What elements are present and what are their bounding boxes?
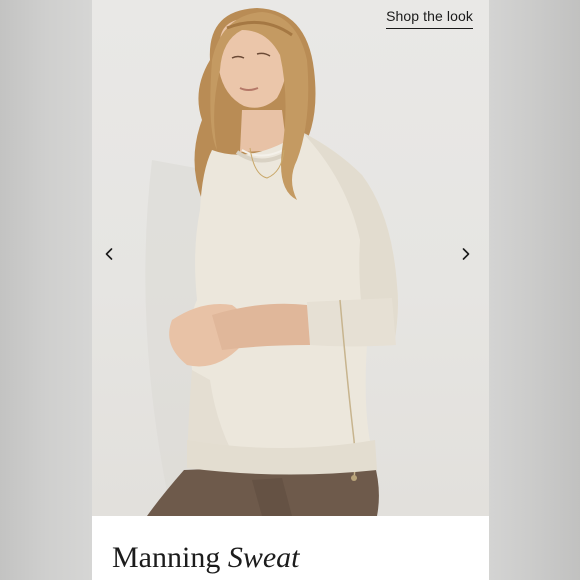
shop-the-look-link[interactable]: Shop the look (386, 8, 473, 29)
product-name-regular: Manning (112, 541, 221, 574)
chevron-left-icon (105, 248, 113, 260)
product-image[interactable]: Shop the look (92, 0, 489, 516)
product-name-italic: Sweat (227, 541, 300, 574)
product-title: Manning Sweat (112, 540, 300, 576)
model-photo (145, 8, 398, 516)
product-panel: Shop the look Manning Sweat (92, 0, 489, 580)
chevron-right-icon (462, 248, 470, 260)
screenshot-frame: Shop the look Manning Sweat (0, 0, 580, 580)
next-image-button[interactable] (455, 243, 477, 265)
previous-image-button[interactable] (98, 243, 120, 265)
